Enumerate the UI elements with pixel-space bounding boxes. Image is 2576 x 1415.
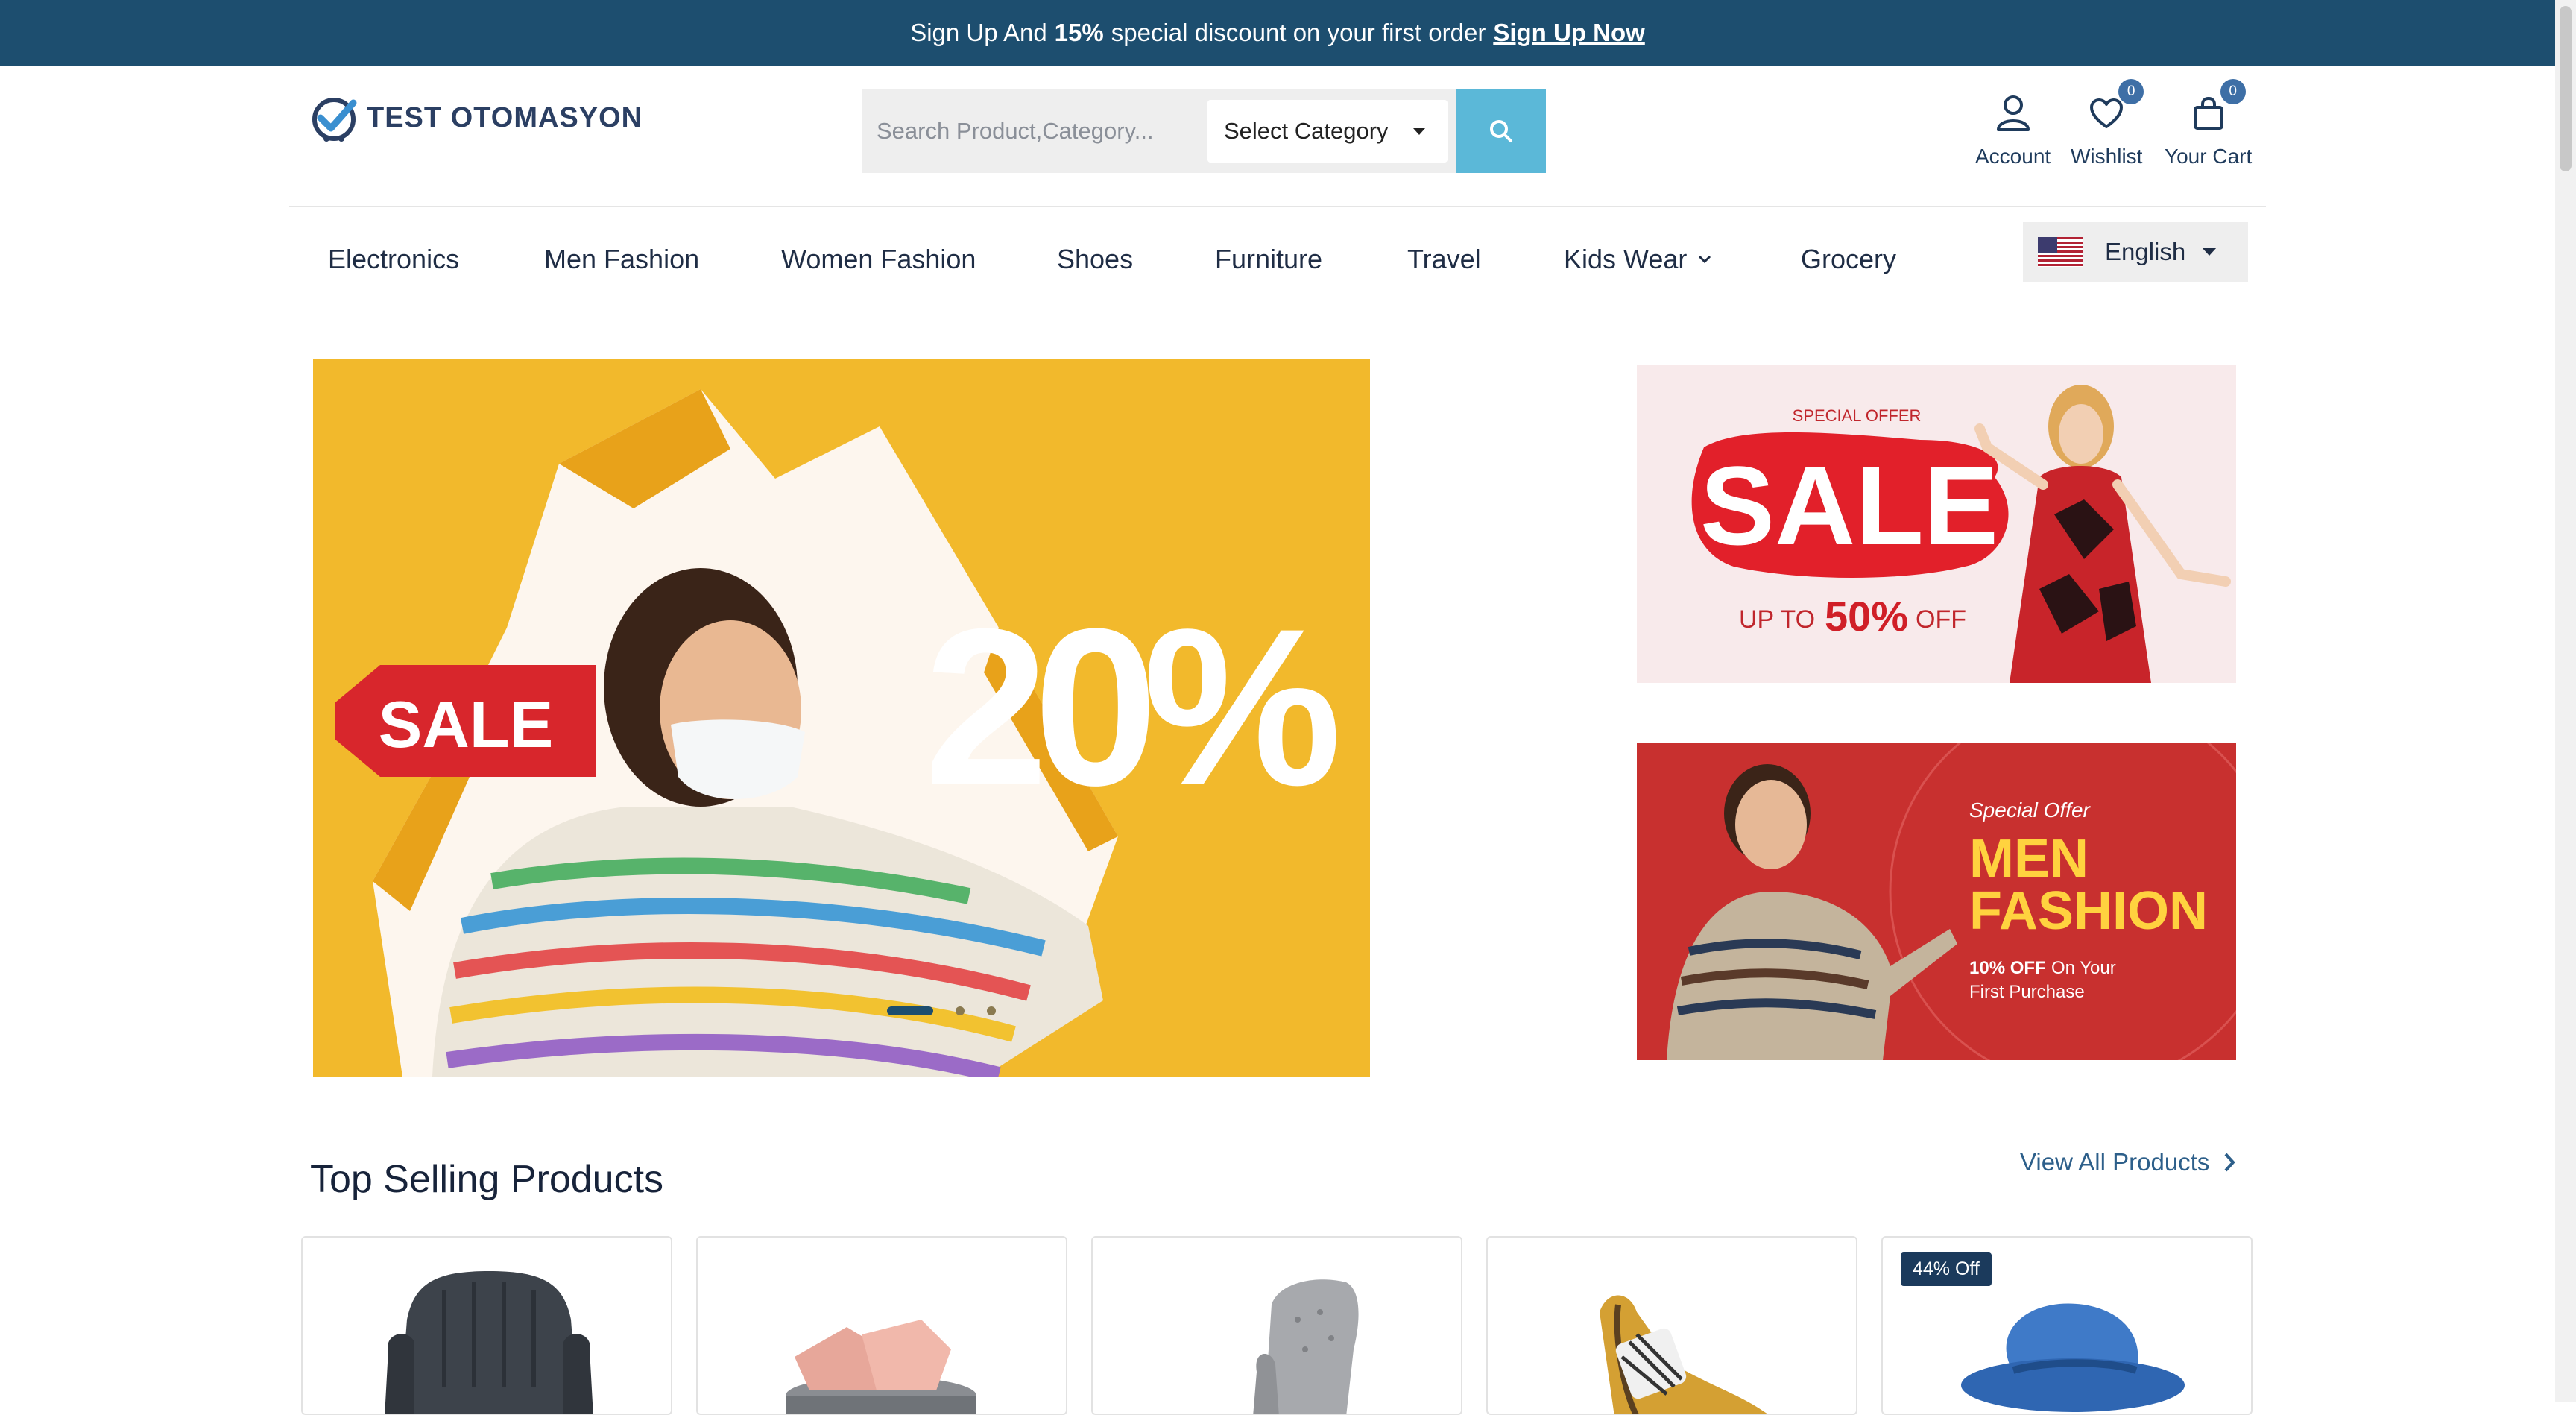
men-banner-detail-bold: 10% OFF <box>1969 958 2046 978</box>
hero-sale-text: SALE <box>379 687 554 761</box>
slider-dots <box>887 1006 996 1015</box>
announcement-bar: Sign Up And 15% special discount on your… <box>0 0 2555 66</box>
caret-down-icon <box>2202 248 2217 256</box>
category-select[interactable]: Select Category <box>1208 100 1448 163</box>
hero-percent-text: 20% <box>924 582 1339 832</box>
product-image-armchair <box>1253 1279 1359 1414</box>
wishlist-label: Wishlist <box>2071 145 2143 168</box>
nav-item-grocery[interactable]: Grocery <box>1801 244 1896 275</box>
page-scrollbar[interactable] <box>2555 0 2576 1402</box>
sale-banner-kicker: SPECIAL OFFER <box>1793 406 1922 425</box>
logo-text: TEST OTOMASYON <box>367 101 643 133</box>
caret-down-icon <box>1413 128 1425 135</box>
hero-slide-image: SALE 20% <box>313 359 1370 1077</box>
language-select-value: English <box>2105 238 2186 265</box>
product-card[interactable]: 44% Off <box>1881 1236 2253 1415</box>
main-nav: Electronics Men Fashion Women Fashion Sh… <box>328 237 1896 282</box>
wishlist-count-badge: 0 <box>2118 79 2144 104</box>
men-banner-line1: MEN <box>1969 829 2089 889</box>
announcement-text-before: Sign Up And <box>910 19 1047 46</box>
cart-button[interactable]: 0 Your Cart <box>2165 79 2253 168</box>
product-card[interactable] <box>696 1236 1067 1415</box>
user-icon <box>1996 95 2030 131</box>
us-flag-icon <box>2038 237 2083 267</box>
nav-item-furniture[interactable]: Furniture <box>1215 244 1407 275</box>
men-banner-detail-line2: First Purchase <box>1969 982 2085 1002</box>
nav-item-kids-wear[interactable]: Kids Wear <box>1564 244 1801 275</box>
view-all-products-link[interactable]: View All Products <box>2020 1148 2236 1176</box>
page-scrollbar-thumb[interactable] <box>2560 6 2572 171</box>
nav-item-shoes[interactable]: Shoes <box>1057 244 1215 275</box>
search-icon <box>1490 120 1512 142</box>
sale-banner-headline: SALE <box>1700 443 1998 568</box>
cart-count-badge: 0 <box>2220 79 2246 104</box>
site-logo[interactable]: TEST OTOMASYON <box>307 88 643 148</box>
heart-icon <box>2090 98 2124 128</box>
slider-dot-1[interactable] <box>887 1006 933 1015</box>
sale-banner[interactable]: SPECIAL OFFER SALE UP TO 50% OFF <box>1637 365 2236 683</box>
product-image-chair <box>385 1271 593 1414</box>
sale-banner-up-to: UP TO <box>1739 605 1815 634</box>
men-fashion-banner[interactable]: Special Offer MEN FASHION 10% OFF On You… <box>1637 743 2236 1060</box>
logo-check-icon <box>312 98 357 142</box>
search-button[interactable] <box>1456 89 1546 173</box>
wishlist-button[interactable]: 0 Wishlist <box>2071 79 2144 168</box>
men-fashion-banner-image: Special Offer MEN FASHION 10% OFF On You… <box>1637 743 2236 1060</box>
men-banner-kicker: Special Offer <box>1969 798 2092 822</box>
chevron-down-icon <box>1699 255 1711 264</box>
product-card[interactable] <box>301 1236 672 1415</box>
nav-item-kids-wear-label: Kids Wear <box>1564 244 1688 274</box>
announcement-text-after: special discount on your first order <box>1111 19 1486 46</box>
announcement-discount: 15% <box>1054 19 1104 46</box>
discount-badge: 44% Off <box>1901 1252 1992 1286</box>
product-card[interactable] <box>1486 1236 1857 1415</box>
shopping-bag-icon <box>2193 96 2223 130</box>
cart-label: Your Cart <box>2165 145 2253 168</box>
slider-dot-3[interactable] <box>987 1006 996 1015</box>
men-banner-line2: FASHION <box>1969 881 2208 941</box>
chevron-right-icon <box>2224 1153 2236 1172</box>
view-all-products-label: View All Products <box>2020 1148 2210 1176</box>
language-select[interactable]: English <box>2023 222 2248 282</box>
sale-banner-off: OFF <box>1916 605 1966 634</box>
men-banner-detail-rest: On Your <box>2051 958 2116 978</box>
product-card[interactable] <box>1091 1236 1462 1415</box>
sale-banner-percent: 50% <box>1825 593 1908 640</box>
nav-item-electronics[interactable]: Electronics <box>328 244 544 275</box>
section-title: Top Selling Products <box>310 1158 664 1201</box>
sale-banner-image: SPECIAL OFFER SALE UP TO 50% OFF <box>1637 365 2236 683</box>
product-image-pouf <box>786 1320 976 1414</box>
product-image-lounge-chair <box>1600 1295 1767 1414</box>
nav-item-travel[interactable]: Travel <box>1407 244 1564 275</box>
search-input[interactable] <box>862 89 1197 173</box>
search-box: Select Category <box>862 89 1546 173</box>
nav-item-women-fashion[interactable]: Women Fashion <box>781 244 1057 275</box>
sign-up-now-link[interactable]: Sign Up Now <box>1493 19 1644 47</box>
category-select-value: Select Category <box>1224 118 1389 144</box>
nav-item-men-fashion[interactable]: Men Fashion <box>544 244 781 275</box>
header-divider <box>289 206 2266 207</box>
hero-slider[interactable]: SALE 20% <box>313 359 1370 1077</box>
account-button[interactable]: Account <box>1975 92 2051 168</box>
account-label: Account <box>1975 145 2051 168</box>
slider-dot-2[interactable] <box>956 1006 965 1015</box>
